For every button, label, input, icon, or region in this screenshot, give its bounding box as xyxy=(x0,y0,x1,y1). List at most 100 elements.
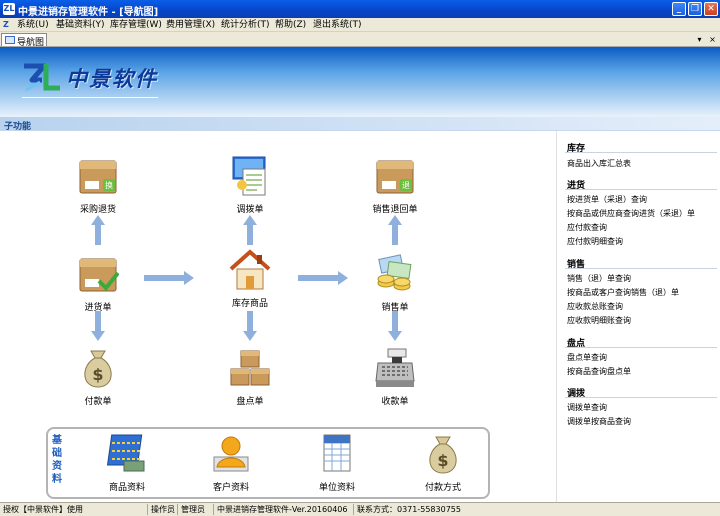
svg-text:$: $ xyxy=(92,365,103,384)
query-link[interactable]: 调拨单按商品查询 xyxy=(567,416,631,427)
menu-bar: Z 系统(U) 基础资料(Y) 库存管理(W) 费用管理(X) 统计分析(T) … xyxy=(0,18,720,32)
tab-dropdown-icon[interactable]: ▾ xyxy=(694,34,705,45)
house-icon xyxy=(229,249,271,290)
company-logo-text: 中景软件 xyxy=(66,67,158,91)
basic-item-customer[interactable]: 客户资料 xyxy=(196,433,266,493)
divider xyxy=(565,397,717,398)
query-link[interactable]: 按商品或客户查询销售（退）单 xyxy=(567,287,679,298)
menu-exit[interactable]: 退出系统(T) xyxy=(313,19,362,31)
arrow-down-icon xyxy=(388,311,402,341)
svg-text:退: 退 xyxy=(402,181,410,190)
monitor-document-icon xyxy=(232,156,266,196)
arrow-up-icon xyxy=(388,215,402,245)
status-operator: 管理员 xyxy=(178,504,214,515)
window-title: 中景进销存管理软件 - [导航图] xyxy=(18,7,159,18)
arrow-up-icon xyxy=(243,215,257,245)
divider xyxy=(565,189,717,190)
svg-text:换: 换 xyxy=(105,180,113,190)
box-check-icon xyxy=(79,258,120,292)
title-bar[interactable]: ZL 中景进销存管理软件 - [导航图] _ ❐ ✕ xyxy=(0,0,720,18)
cash-register-icon xyxy=(375,348,415,387)
app-logo-icon: Z xyxy=(3,20,9,29)
basic-data-title: 基础资料 xyxy=(52,435,62,485)
arrow-right-icon xyxy=(298,271,348,285)
status-contact: 联系方式：0371-55830755 xyxy=(357,505,461,514)
stocktake-node[interactable]: 盘点单 xyxy=(215,347,285,407)
basic-item-product[interactable]: 商品资料 xyxy=(92,433,162,493)
payment-label: 付款单 xyxy=(84,397,112,407)
basic-item-payment-method-label: 付款方式 xyxy=(424,483,461,493)
divider xyxy=(565,152,717,153)
close-button[interactable]: ✕ xyxy=(704,2,718,16)
purchase-return-node[interactable]: 换 采购退货 xyxy=(63,155,133,215)
query-link[interactable]: 应收款总账查询 xyxy=(567,301,623,312)
purchase-node[interactable]: 进货单 xyxy=(63,253,133,313)
company-logo-icon xyxy=(24,63,60,92)
basic-item-unit-label: 单位资料 xyxy=(318,483,355,493)
status-operator-label: 操作员 xyxy=(148,504,178,515)
money-coins-icon xyxy=(377,254,412,291)
stocktake-label: 盘点单 xyxy=(236,397,264,407)
transfer-node[interactable]: 调拨单 xyxy=(215,155,285,215)
menu-inventory[interactable]: 库存管理(W) xyxy=(110,19,162,31)
purchase-return-label: 采购退货 xyxy=(79,205,116,215)
query-link[interactable]: 销售（退）单查询 xyxy=(567,273,631,284)
basic-item-unit[interactable]: 单位资料 xyxy=(302,433,372,493)
receipt-label: 收款单 xyxy=(381,397,409,407)
query-link[interactable]: 按商品查询盘点单 xyxy=(567,366,631,377)
query-link[interactable]: 调拨单查询 xyxy=(567,402,607,413)
header-banner: 中景软件 xyxy=(0,47,720,117)
query-link[interactable]: 商品出入库汇总表 xyxy=(567,158,631,169)
sales-return-node[interactable]: 退 销售退回单 xyxy=(360,155,430,215)
svg-text:$: $ xyxy=(437,451,448,470)
inventory-label: 库存商品 xyxy=(231,299,268,309)
money-bag-icon: $ xyxy=(84,350,112,388)
query-link[interactable]: 盘点单查询 xyxy=(567,352,607,363)
divider xyxy=(565,347,717,348)
abacus-icon xyxy=(106,434,145,472)
arrow-up-icon xyxy=(91,215,105,245)
divider xyxy=(565,268,717,269)
app-icon[interactable]: ZL xyxy=(3,3,15,15)
query-panel: 库存 商品出入库汇总表 进货 按进货单（采退）查询 按商品或供应商查询进货（采退… xyxy=(556,131,720,502)
menu-system[interactable]: 系统(U) xyxy=(17,19,49,31)
minimize-button[interactable]: _ xyxy=(672,2,686,16)
receipt-node[interactable]: 收款单 xyxy=(360,347,430,407)
payment-node[interactable]: $ 付款单 xyxy=(63,347,133,407)
tab-close-icon[interactable]: × xyxy=(707,34,718,45)
status-version: 中景进销存管理软件-Ver.20160406 xyxy=(214,504,354,515)
status-bar: 授权【中景软件】使用 操作员 管理员 中景进销存管理软件-Ver.2016040… xyxy=(0,502,720,516)
transfer-label: 调拨单 xyxy=(236,205,264,215)
tab-navigation[interactable]: 导航图 xyxy=(1,33,47,48)
basic-item-customer-label: 客户资料 xyxy=(212,483,249,493)
arrow-down-icon xyxy=(91,311,105,341)
query-link[interactable]: 按进货单（采退）查询 xyxy=(567,194,647,205)
section-header: 子功能 xyxy=(0,117,720,132)
window-icon xyxy=(5,36,15,44)
query-link[interactable]: 应付款查询 xyxy=(567,222,607,233)
status-license: 授权【中景软件】使用 xyxy=(0,504,148,515)
box-return-icon: 换 xyxy=(79,160,117,194)
query-link[interactable]: 应收款明细账查询 xyxy=(567,315,631,326)
inventory-node[interactable]: 库存商品 xyxy=(215,249,285,309)
navigation-canvas: 换 采购退货 调拨单 退 销售退回单 进货单 库存商品 销售单 $ 付款单 盘点… xyxy=(0,131,556,502)
arrow-down-icon xyxy=(243,311,257,341)
menu-expense[interactable]: 费用管理(X) xyxy=(166,19,215,31)
menu-help[interactable]: 帮助(Z) xyxy=(275,19,306,31)
basic-item-product-label: 商品资料 xyxy=(108,483,145,493)
menu-basic-data[interactable]: 基础资料(Y) xyxy=(56,19,105,31)
logo-underline xyxy=(22,97,158,98)
box-return-icon: 退 xyxy=(376,160,414,194)
sales-node[interactable]: 销售单 xyxy=(360,253,430,313)
money-bag-icon: $ xyxy=(429,436,457,474)
stacked-boxes-icon xyxy=(230,350,270,386)
spreadsheet-icon xyxy=(323,434,351,472)
basic-item-payment-method[interactable]: $ 付款方式 xyxy=(408,433,478,493)
arrow-right-icon xyxy=(144,271,194,285)
query-link[interactable]: 应付款明细查询 xyxy=(567,236,623,247)
restore-button[interactable]: ❐ xyxy=(688,2,702,16)
basic-data-panel: 基础资料 商品资料 客户资料 单位资料 $ 付款方式 xyxy=(46,427,490,499)
tab-bar: 导航图 ▾ × xyxy=(0,32,720,48)
query-link[interactable]: 按商品或供应商查询进货（采退）单 xyxy=(567,208,695,219)
menu-statistics[interactable]: 统计分析(T) xyxy=(221,19,270,31)
